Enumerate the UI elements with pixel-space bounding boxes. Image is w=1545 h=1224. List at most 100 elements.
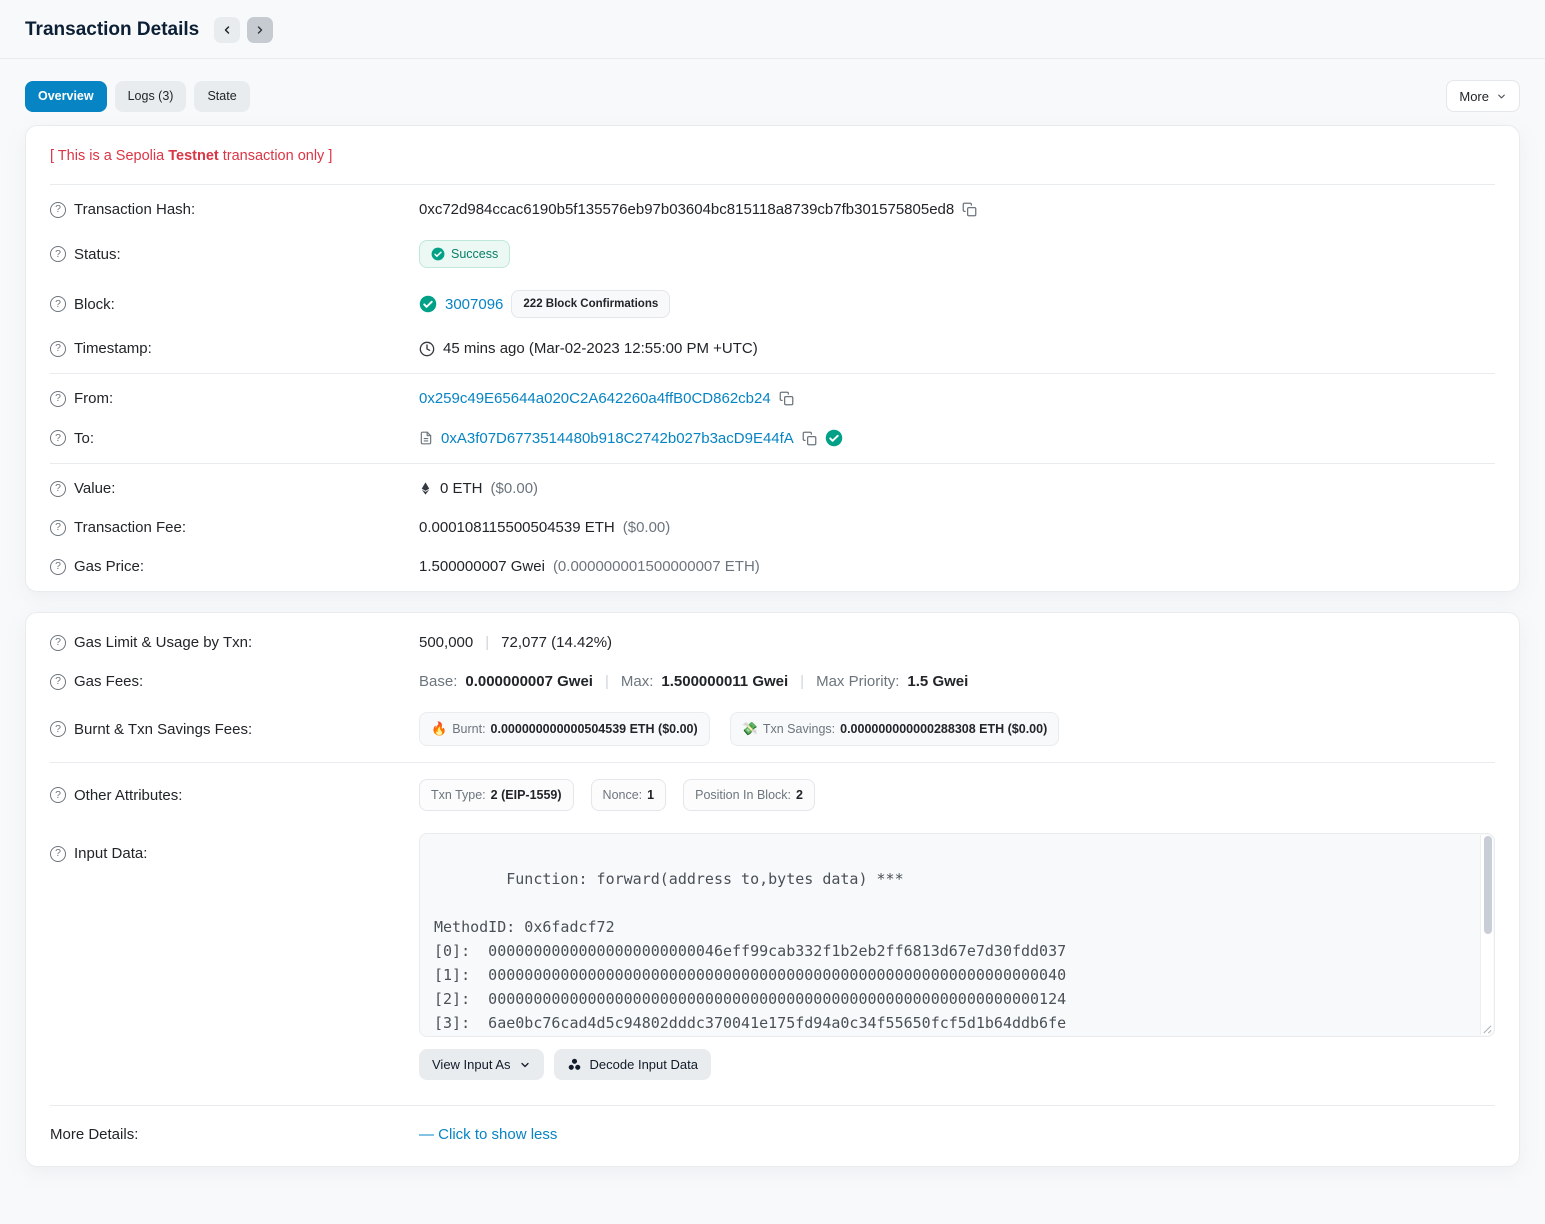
burnt-fees-label: ? Burnt & Txn Savings Fees:	[50, 721, 419, 738]
more-details-row: More Details: — Click to show less	[50, 1111, 1495, 1161]
divider	[50, 184, 1495, 185]
help-icon[interactable]: ?	[50, 202, 66, 218]
help-icon[interactable]: ?	[50, 520, 66, 536]
gas-price-label: ? Gas Price:	[50, 558, 419, 575]
base-fee-label: Base:	[419, 673, 457, 690]
help-icon[interactable]: ?	[50, 481, 66, 497]
block-row: ? Block: 3007096 222 Block Confirmations	[50, 279, 1495, 329]
txn-savings-badge: 💸 Txn Savings: 0.000000000000288308 ETH …	[730, 712, 1060, 746]
help-icon[interactable]: ?	[50, 635, 66, 651]
view-input-as-button[interactable]: View Input As	[419, 1049, 544, 1080]
tab-state[interactable]: State	[194, 81, 249, 112]
input-data-row: ? Input Data: Function: forward(address …	[50, 822, 1495, 1091]
gas-limit-label: ? Gas Limit & Usage by Txn:	[50, 634, 419, 651]
copy-to-address-button[interactable]	[802, 431, 817, 446]
txn-type-badge: Txn Type: 2 (EIP-1559)	[419, 779, 574, 811]
copy-from-address-button[interactable]	[779, 391, 794, 406]
separator: |	[601, 673, 613, 690]
help-icon[interactable]: ?	[50, 721, 66, 737]
check-circle-icon	[431, 247, 445, 261]
to-label: ? To:	[50, 430, 419, 447]
input-data-textarea[interactable]: Function: forward(address to,bytes data)…	[419, 833, 1495, 1037]
burnt-fees-row: ? Burnt & Txn Savings Fees: 🔥 Burnt: 0.0…	[50, 701, 1495, 757]
help-icon[interactable]: ?	[50, 430, 66, 446]
gas-limit-row: ? Gas Limit & Usage by Txn: 500,000 | 72…	[50, 618, 1495, 662]
tab-logs[interactable]: Logs (3)	[115, 81, 187, 112]
max-fee-label: Max:	[621, 673, 654, 690]
gas-price-amount: 1.500000007 Gwei	[419, 558, 545, 575]
divider	[50, 373, 1495, 374]
chevron-right-icon	[254, 24, 266, 36]
gas-price-alt: (0.000000001500000007 ETH)	[553, 558, 760, 575]
decode-input-data-button[interactable]: Decode Input Data	[554, 1049, 711, 1080]
chevron-down-icon	[519, 1059, 531, 1071]
value-usd: ($0.00)	[491, 480, 539, 497]
timestamp-row: ? Timestamp: 45 mins ago (Mar-02-2023 12…	[50, 329, 1495, 368]
timestamp-label: ? Timestamp:	[50, 340, 419, 357]
value-label: ? Value:	[50, 480, 419, 497]
transaction-fee-usd: ($0.00)	[623, 519, 671, 536]
transaction-fee-label: ? Transaction Fee:	[50, 519, 419, 536]
gas-price-row: ? Gas Price: 1.500000007 Gwei (0.0000000…	[50, 547, 1495, 586]
status-badge: Success	[419, 240, 510, 268]
position-in-block-badge: Position In Block: 2	[683, 779, 815, 811]
value-amount: 0 ETH	[440, 480, 483, 497]
clock-icon	[419, 341, 435, 357]
fire-icon: 🔥	[431, 721, 447, 737]
copy-icon	[779, 391, 794, 406]
separator: |	[481, 634, 493, 651]
verified-check-icon	[825, 429, 843, 447]
check-circle-icon	[419, 295, 437, 313]
transaction-fee-row: ? Transaction Fee: 0.000108115500504539 …	[50, 508, 1495, 547]
input-data-content: Function: forward(address to,bytes data)…	[434, 870, 1066, 1037]
details-card: ? Gas Limit & Usage by Txn: 500,000 | 72…	[25, 612, 1520, 1167]
contract-file-icon	[419, 431, 433, 445]
nonce-badge: Nonce: 1	[591, 779, 667, 811]
separator: |	[796, 673, 808, 690]
help-icon[interactable]: ?	[50, 846, 66, 862]
show-less-link[interactable]: — Click to show less	[419, 1126, 557, 1143]
next-transaction-button[interactable]	[247, 17, 273, 43]
copy-icon	[962, 202, 977, 217]
scrollbar-thumb[interactable]	[1484, 836, 1492, 934]
more-details-label: More Details:	[50, 1126, 419, 1143]
gas-limit-value: 500,000	[419, 634, 473, 651]
max-priority-value: 1.5 Gwei	[907, 673, 968, 690]
transaction-fee-amount: 0.000108115500504539 ETH	[419, 519, 615, 536]
divider	[50, 762, 1495, 763]
help-icon[interactable]: ?	[50, 391, 66, 407]
block-number-link[interactable]: 3007096	[445, 296, 503, 313]
overview-card: [ This is a Sepolia Testnet transaction …	[25, 125, 1520, 592]
gas-fees-row: ? Gas Fees: Base: 0.000000007 Gwei | Max…	[50, 662, 1495, 701]
transaction-hash-value: 0xc72d984ccac6190b5f135576eb97b03604bc81…	[419, 201, 954, 218]
from-row: ? From: 0x259c49E65644a020C2A642260a4ffB…	[50, 379, 1495, 418]
help-icon[interactable]: ?	[50, 787, 66, 803]
status-label: ? Status:	[50, 246, 419, 263]
tabs-row: Overview Logs (3) State More	[0, 59, 1545, 125]
other-attributes-row: ? Other Attributes: Txn Type: 2 (EIP-155…	[50, 768, 1495, 822]
from-address-link[interactable]: 0x259c49E65644a020C2A642260a4ffB0CD862cb…	[419, 390, 771, 407]
base-fee-value: 0.000000007 Gwei	[465, 673, 593, 690]
max-fee-value: 1.500000011 Gwei	[661, 673, 788, 690]
status-row: ? Status: Success	[50, 229, 1495, 279]
from-label: ? From:	[50, 390, 419, 407]
tab-overview[interactable]: Overview	[25, 81, 107, 112]
burnt-fee-badge: 🔥 Burnt: 0.000000000000504539 ETH ($0.00…	[419, 712, 710, 746]
to-row: ? To: 0xA3f07D6773514480b918C2742b027b3a…	[50, 418, 1495, 458]
gas-fees-label: ? Gas Fees:	[50, 673, 419, 690]
copy-transaction-hash-button[interactable]	[962, 202, 977, 217]
help-icon[interactable]: ?	[50, 559, 66, 575]
help-icon[interactable]: ?	[50, 341, 66, 357]
help-icon[interactable]: ?	[50, 246, 66, 262]
to-address-link[interactable]: 0xA3f07D6773514480b918C2742b027b3acD9E44…	[441, 430, 794, 447]
block-confirmations-badge: 222 Block Confirmations	[511, 290, 670, 318]
prev-transaction-button[interactable]	[214, 17, 240, 43]
page-header: Transaction Details	[0, 0, 1545, 59]
chevron-down-icon	[1496, 91, 1507, 102]
resize-grip-icon[interactable]	[1481, 1023, 1492, 1034]
help-icon[interactable]: ?	[50, 674, 66, 690]
more-button[interactable]: More	[1446, 80, 1520, 112]
copy-icon	[802, 431, 817, 446]
help-icon[interactable]: ?	[50, 296, 66, 312]
page-title: Transaction Details	[25, 19, 199, 41]
